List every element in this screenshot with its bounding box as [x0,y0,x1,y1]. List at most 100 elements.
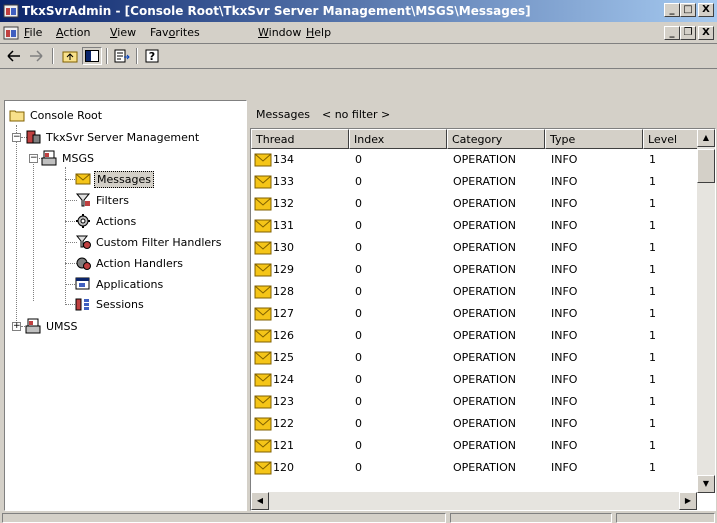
menu-window[interactable]: Window [258,26,301,39]
tree-item-umss[interactable]: UMSS [25,316,80,336]
scroll-up-button[interactable]: ▲ [697,129,715,147]
tree-item-msgs[interactable]: MSGS [41,148,96,168]
cell-category: OPERATION [453,241,516,254]
cell-type: INFO [551,373,578,386]
cell-type: INFO [551,241,578,254]
help-button[interactable]: ? [142,47,162,65]
up-one-level-button[interactable] [60,47,80,65]
status-bar [0,512,717,523]
cell-category: OPERATION [453,307,516,320]
export-list-icon [114,49,130,63]
child-window-icon[interactable] [3,25,19,41]
status-panel [616,513,715,523]
cell-type: INFO [551,417,578,430]
table-row[interactable]: 132 0 OPERATION INFO 1 [251,193,691,215]
table-row[interactable]: 122 0 OPERATION INFO 1 [251,413,691,435]
cell-level: 1 [649,263,656,276]
scroll-right-button[interactable]: ▶ [679,492,697,510]
table-row[interactable]: 126 0 OPERATION INFO 1 [251,325,691,347]
minimize-button[interactable]: _ [664,3,680,17]
vertical-scrollbar[interactable]: ▲ ▼ [697,129,715,493]
table-row[interactable]: 125 0 OPERATION INFO 1 [251,347,691,369]
console-tree[interactable]: − − + Console Root TkxSvr Server Managem… [4,100,247,511]
table-row[interactable]: 121 0 OPERATION INFO 1 [251,435,691,457]
column-header-type[interactable]: Type [545,129,643,149]
child-restore-button[interactable]: ❐ [680,26,696,40]
cell-category: OPERATION [453,417,516,430]
cell-thread: 126 [273,329,294,342]
cell-thread: 132 [273,197,294,210]
child-minimize-button[interactable]: _ [664,26,680,40]
messages-list[interactable]: Thread Index Category Type Level 134 0 OPE… [250,128,716,511]
table-row[interactable]: 127 0 OPERATION INFO 1 [251,303,691,325]
table-row[interactable]: 128 0 OPERATION INFO 1 [251,281,691,303]
cell-category: OPERATION [453,461,516,474]
toolbar-separator [52,48,54,64]
close-button[interactable]: X [698,3,714,17]
table-row[interactable]: 129 0 OPERATION INFO 1 [251,259,691,281]
cell-index: 0 [355,417,362,430]
tree-item-action-handlers[interactable]: Action Handlers [75,253,185,273]
server-management-icon [26,130,41,144]
cell-index: 0 [355,373,362,386]
filter-label: < no filter > [322,108,391,121]
table-row[interactable]: 123 0 OPERATION INFO 1 [251,391,691,413]
cell-thread: 120 [273,461,294,474]
tree-item-actions[interactable]: Actions [75,211,138,231]
scroll-left-button[interactable]: ◀ [251,492,269,510]
scroll-down-button[interactable]: ▼ [697,475,715,493]
cell-type: INFO [551,329,578,342]
child-close-button[interactable]: X [698,26,714,40]
back-button[interactable] [4,47,24,65]
maximize-button[interactable]: □ [680,3,696,17]
cell-thread: 125 [273,351,294,364]
cell-index: 0 [355,439,362,452]
forward-button[interactable] [26,47,46,65]
menu-view[interactable]: View [110,26,136,39]
column-header-thread[interactable]: Thread [251,129,349,149]
cell-level: 1 [649,461,656,474]
vertical-scroll-thumb[interactable] [697,149,715,183]
table-row[interactable]: 120 0 OPERATION INFO 1 [251,457,691,479]
tree-item-filters[interactable]: Filters [75,190,131,210]
show-hide-tree-button[interactable] [82,47,102,65]
tree-item-applications[interactable]: Applications [75,274,165,294]
horizontal-scrollbar[interactable]: ◀ ▶ [251,492,697,510]
tree-item-messages[interactable]: Messages [75,169,154,189]
table-row[interactable]: 134 0 OPERATION INFO 1 [251,149,691,171]
table-row[interactable]: 131 0 OPERATION INFO 1 [251,215,691,237]
cell-index: 0 [355,351,362,364]
cell-category: OPERATION [453,439,516,452]
tree-line [65,167,66,303]
results-title: Messages [256,108,310,121]
title-bar[interactable]: TkxSvrAdmin - [Console Root\TkxSvr Serve… [0,0,717,22]
envelope-icon [254,439,272,453]
cell-type: INFO [551,197,578,210]
envelope-icon [254,175,272,189]
cell-thread: 130 [273,241,294,254]
tree-item-server-management[interactable]: TkxSvr Server Management [25,127,201,147]
menu-favorites[interactable]: Favorites [150,26,200,39]
tree-collapse-toggle[interactable]: − [29,154,38,163]
export-list-button[interactable] [112,47,132,65]
gear-icon [76,214,90,228]
column-header-index[interactable]: Index [349,129,447,149]
filter-icon [75,193,91,207]
tree-item-custom-filter-handlers[interactable]: Custom Filter Handlers [75,232,223,252]
column-header-category[interactable]: Category [447,129,545,149]
tree-collapse-toggle[interactable]: − [12,133,21,142]
tree-expand-toggle[interactable]: + [12,322,21,331]
tree-line [33,161,34,301]
menu-file[interactable]: File [24,26,42,39]
tree-item-console-root[interactable]: Console Root [9,105,104,125]
menu-help[interactable]: Help [306,26,331,39]
table-row[interactable]: 124 0 OPERATION INFO 1 [251,369,691,391]
cell-category: OPERATION [453,329,516,342]
cell-level: 1 [649,351,656,364]
menu-action[interactable]: Action [56,26,90,39]
table-row[interactable]: 130 0 OPERATION INFO 1 [251,237,691,259]
tree-item-sessions[interactable]: Sessions [75,294,146,314]
table-row[interactable]: 133 0 OPERATION INFO 1 [251,171,691,193]
column-header-level[interactable]: Level [643,129,699,149]
envelope-icon [75,173,91,185]
